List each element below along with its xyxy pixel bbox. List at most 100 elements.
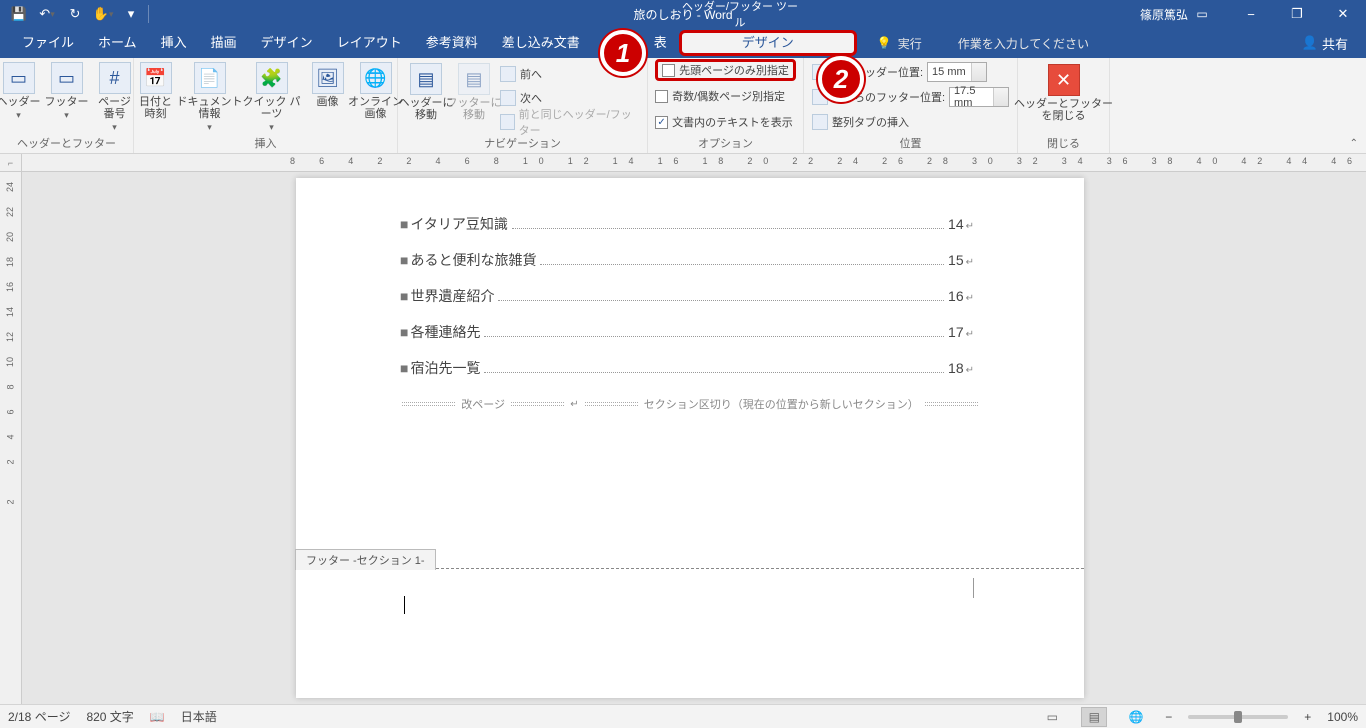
toc-line: ■宿泊先一覧18↵ [400,358,974,378]
quickparts-button[interactable]: 🧩クイック パーツ▾ [242,62,302,133]
zoom-level[interactable]: 100% [1327,710,1358,724]
status-language[interactable]: 日本語 [181,708,217,725]
close-header-footer-button[interactable]: ✕ヘッダーとフッター を閉じる [1024,64,1104,122]
ruler-mark: 6 [5,409,15,414]
bullet-icon: ■ [400,216,408,232]
document-icon: 📄 [194,62,226,94]
tab-draw[interactable]: 描画 [199,28,249,58]
page-number-icon: # [99,62,131,94]
share-button[interactable]: 👤 共有 [1292,28,1358,58]
tab-hf-design[interactable]: デザイン [679,30,857,56]
goto-header-button[interactable]: ▤ヘッダーに 移動 [404,63,448,121]
ruler-mark: 8 [5,384,15,389]
save-icon[interactable]: 💾 [6,2,32,26]
ruler-mark: 2 [5,459,15,464]
toc-title: あると便利な旅雑貨 [410,250,536,270]
ruler-corner: ⌐ [0,154,22,172]
user-area: 篠原篤弘 ▭ [1140,0,1216,28]
status-page[interactable]: 2/18 ページ [8,708,70,725]
image-button[interactable]: 🖼画像 [306,62,350,108]
page-number-button[interactable]: #ページ 番号▾ [93,62,137,133]
calendar-icon: 📅 [140,62,172,94]
collapse-ribbon-icon[interactable]: ⌃ [1350,138,1358,149]
status-word-count[interactable]: 820 文字 [86,708,133,725]
tab-layout[interactable]: レイアウト [325,28,414,58]
toc-page-num: 17 [948,324,964,340]
group-close: ✕ヘッダーとフッター を閉じる 閉じる [1018,58,1110,153]
footer-section-tag: フッター -セクション 1- [295,549,436,570]
tab-references[interactable]: 参考資料 [414,28,490,58]
online-image-icon: 🌐 [360,62,392,94]
para-mark-icon: ↵ [966,365,974,376]
zoom-out-button[interactable]: − [1165,710,1172,724]
toc-line: ■イタリア豆知識14↵ [400,214,974,234]
group-label: 挿入 [140,133,391,153]
zoom-thumb[interactable] [1234,711,1242,723]
odd-even-checkbox[interactable]: 奇数/偶数ページ別指定 [655,85,785,107]
view-print-icon[interactable]: ▤ [1081,707,1107,727]
footer-pos-input[interactable]: 17.5 mm [949,87,1009,107]
user-name[interactable]: 篠原篤弘 [1140,6,1188,23]
datetime-button[interactable]: 📅日付と 時刻 [134,62,178,120]
toc-page-num: 15 [948,252,964,268]
toc-page-num: 14 [948,216,964,232]
proofing-icon[interactable]: 📖 [150,710,165,724]
para-mark-icon: ↵ [966,293,974,304]
tab-design[interactable]: デザイン [249,28,325,58]
footer-button[interactable]: ▭フッター▾ [45,62,89,121]
goto-footer-icon: ▤ [458,63,490,95]
leader-dots [512,228,944,229]
right-margin-marker [973,578,974,598]
lightbulb-icon: 💡 [877,36,892,50]
page[interactable]: ■イタリア豆知識14↵■あると便利な旅雑貨15↵■世界遺産紹介16↵■各種連絡先… [296,178,1084,698]
share-label: 共有 [1322,34,1348,53]
toc-title: 世界遺産紹介 [410,286,494,306]
tell-me-search[interactable]: 💡 実行 作業を入力してください [877,35,1089,52]
zoom-slider[interactable] [1188,715,1288,719]
qat-customize-icon[interactable]: ▾ [118,2,144,26]
first-page-different-checkbox[interactable]: 先頭ページのみ別指定 [655,59,796,81]
para-mark-icon: ↵ [966,329,974,340]
view-read-icon[interactable]: ▭ [1039,707,1065,727]
vertical-ruler[interactable]: 242220181614121086422 [0,172,22,704]
quickparts-icon: 🧩 [256,62,288,94]
tab-icon [812,114,828,130]
ruler-mark: 10 [5,357,15,367]
close-x-icon: ✕ [1048,64,1080,96]
show-doc-text-checkbox[interactable]: 文書内のテキストを表示 [655,111,793,133]
tell-me-text-a: 実行 [898,35,922,52]
header-pos-input[interactable]: 15 mm [927,62,987,82]
restore-button[interactable]: ❐ [1274,0,1320,28]
section-break-label: セクション区切り（現在の位置から新しいセクション） [644,396,919,412]
next-icon [500,90,516,106]
group-label: 位置 [810,133,1011,153]
tab-insert[interactable]: 挿入 [149,28,199,58]
minimize-button[interactable]: − [1228,0,1274,28]
group-options: 先頭ページのみ別指定 奇数/偶数ページ別指定 文書内のテキストを表示 オプション [648,58,804,153]
checkbox-checked-icon [655,116,668,129]
insert-align-tab-button[interactable]: 整列タブの挿入 [812,111,909,133]
redo-icon[interactable]: ↻ [62,2,88,26]
tab-view[interactable]: 表 [642,28,679,58]
online-image-button[interactable]: 🌐オンライン 画像 [354,62,398,120]
horizontal-ruler[interactable]: 8 6 4 2 2 4 6 8 10 12 14 16 18 20 22 24 … [22,154,1366,172]
ruler-mark: 24 [5,182,15,192]
header-button[interactable]: ▭ヘッダー▾ [0,62,41,121]
touch-mode-icon[interactable]: ✋▾ [90,2,116,26]
image-icon: 🖼 [312,62,344,94]
text-cursor [404,596,405,614]
tab-mail[interactable]: 差し込み文書 [490,28,592,58]
undo-icon[interactable]: ↶▾ [34,2,60,26]
zoom-in-button[interactable]: + [1304,710,1311,724]
close-window-button[interactable]: ✕ [1320,0,1366,28]
toc-page-num: 18 [948,360,964,376]
footer-icon: ▭ [51,62,83,94]
tab-file[interactable]: ファイル [10,28,86,58]
leader-dots [484,336,944,337]
docinfo-button[interactable]: 📄ドキュメント 情報▾ [182,62,238,133]
view-web-icon[interactable]: 🌐 [1123,707,1149,727]
ribbon-display-options-icon[interactable]: ▭ [1188,7,1216,21]
leader-dots [484,372,944,373]
tab-home[interactable]: ホーム [86,28,149,58]
footer-region[interactable]: フッター -セクション 1- [296,568,1084,569]
